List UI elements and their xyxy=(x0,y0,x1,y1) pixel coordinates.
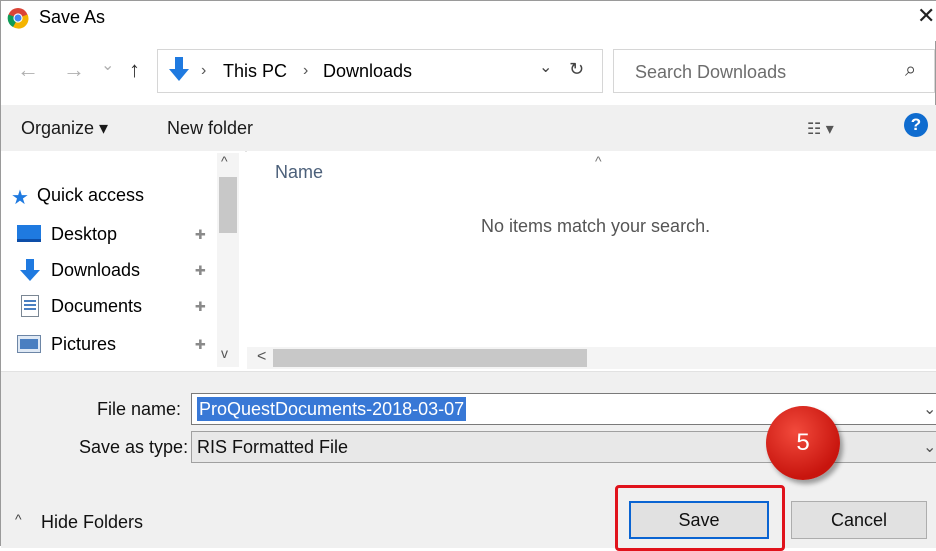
nav-item-label: Desktop xyxy=(51,224,118,244)
download-arrow-icon xyxy=(20,259,40,281)
chevron-up-icon[interactable]: ^ xyxy=(15,511,22,527)
nav-item-label: Quick access xyxy=(37,185,145,205)
new-folder-button[interactable]: New folder xyxy=(167,118,253,139)
pictures-icon xyxy=(17,335,41,353)
star-icon: ★ xyxy=(11,187,29,209)
sort-indicator-icon: ^ xyxy=(595,153,602,169)
scroll-up-icon[interactable]: ^ xyxy=(221,153,228,169)
nav-item-label: Pictures xyxy=(51,334,117,354)
search-placeholder: Search Downloads xyxy=(635,62,787,82)
downloads-folder-icon xyxy=(169,57,189,81)
nav-item-desktop[interactable]: Desktop ✚ xyxy=(17,223,213,249)
pin-icon[interactable]: ✚ xyxy=(195,299,206,315)
filename-label: File name: xyxy=(97,399,182,419)
save-type-label: Save as type: xyxy=(79,437,189,457)
scroll-down-icon[interactable]: v xyxy=(221,345,228,361)
forward-icon[interactable]: → xyxy=(63,57,85,83)
nav-item-downloads[interactable]: Downloads ✚ xyxy=(17,259,213,285)
hide-folders-button[interactable]: Hide Folders xyxy=(41,512,143,533)
nav-item-documents[interactable]: Documents ✚ xyxy=(17,295,213,321)
file-list-hscroll-thumb[interactable] xyxy=(273,349,587,367)
address-dropdown-icon[interactable]: ⌄ xyxy=(539,57,552,77)
scroll-left-icon[interactable]: < xyxy=(257,348,266,366)
nav-pane-scroll-thumb[interactable] xyxy=(219,177,237,233)
save-button-highlight xyxy=(615,485,785,551)
save-type-value: RIS Formatted File xyxy=(197,437,349,457)
window-title: Save As xyxy=(39,7,106,27)
save-type-dropdown-icon[interactable]: ⌄ xyxy=(923,437,936,457)
cancel-button[interactable]: Cancel xyxy=(791,501,927,539)
breadcrumb-downloads[interactable]: Downloads xyxy=(323,61,412,82)
pin-icon[interactable]: ✚ xyxy=(195,227,206,243)
step-number-badge: 5 xyxy=(766,406,840,480)
recent-locations-icon[interactable]: ⌄ xyxy=(101,55,114,75)
document-icon xyxy=(21,295,39,317)
desktop-icon xyxy=(17,225,41,242)
save-as-dialog: Save As ✕ ← → ⌄ ↑ › This PC › Downloads … xyxy=(0,0,936,551)
nav-item-label: Downloads xyxy=(51,260,141,280)
nav-item-pictures[interactable]: Pictures ✚ xyxy=(17,333,213,359)
pin-icon[interactable]: ✚ xyxy=(195,337,206,353)
organize-menu[interactable]: Organize ▾ xyxy=(21,118,108,139)
filename-value[interactable]: ProQuestDocuments-2018-03-07 xyxy=(197,397,467,421)
close-icon[interactable]: ✕ xyxy=(917,3,935,29)
nav-item-label: Documents xyxy=(51,296,143,316)
refresh-icon[interactable]: ↻ xyxy=(569,59,584,80)
breadcrumb-separator: › xyxy=(303,62,309,79)
back-icon[interactable]: ← xyxy=(17,57,39,83)
breadcrumb-separator: › xyxy=(201,62,207,79)
filename-dropdown-icon[interactable]: ⌄ xyxy=(923,399,936,419)
nav-item-quick-access[interactable]: ★ Quick access xyxy=(9,183,209,209)
breadcrumb-this-pc[interactable]: This PC xyxy=(223,61,287,82)
command-bar xyxy=(1,105,936,152)
chrome-logo-icon xyxy=(7,8,29,29)
view-options-icon[interactable]: ☷ ▾ xyxy=(807,119,834,139)
search-icon[interactable]: ⌕ xyxy=(905,59,916,82)
file-list-pane[interactable] xyxy=(247,151,936,371)
help-icon[interactable]: ? xyxy=(904,113,928,137)
pin-icon[interactable]: ✚ xyxy=(195,263,206,279)
name-column-header[interactable]: Name xyxy=(275,162,323,183)
empty-folder-message: No items match your search. xyxy=(481,216,711,236)
up-icon[interactable]: ↑ xyxy=(129,57,140,83)
title-bar xyxy=(1,1,936,41)
